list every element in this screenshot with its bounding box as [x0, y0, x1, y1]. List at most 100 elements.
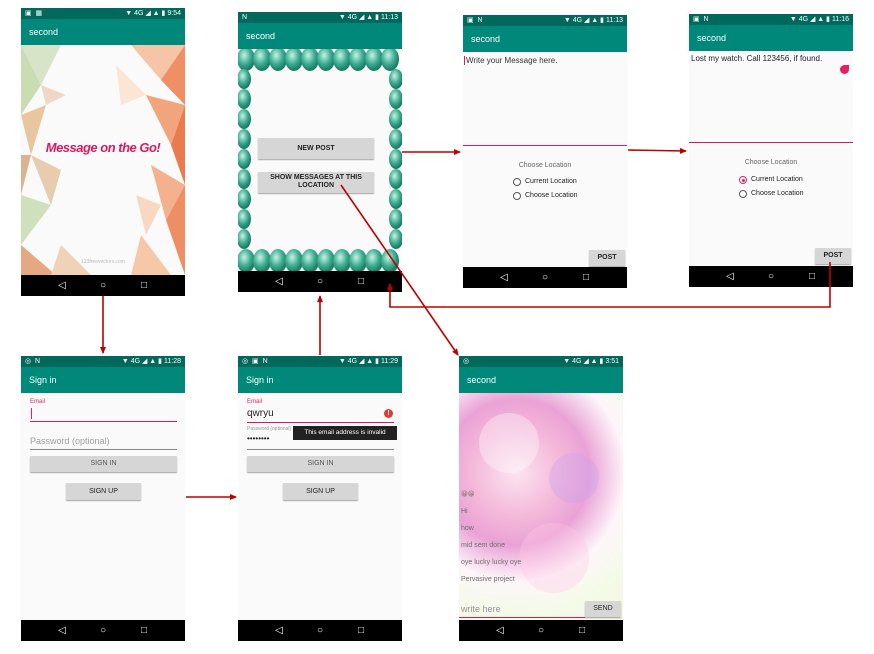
signin-error-screen: ◎ ▣ N ▼ 4G ◢ ▲ ▮ 11:29 Sign in Email qwr… [238, 356, 402, 641]
app-title: second [463, 26, 627, 52]
email-underline [30, 421, 177, 422]
current-location-label[interactable]: Current Location [525, 178, 577, 185]
home-icon[interactable]: ○ [535, 267, 555, 288]
message-item: Pervasive project [461, 576, 515, 583]
notification-icons: ▣ N [693, 16, 710, 23]
choose-location-radio[interactable] [513, 192, 521, 200]
choose-location-heading: Choose Location [744, 159, 798, 166]
home-icon[interactable]: ○ [93, 275, 113, 296]
app-title: Sign in [238, 367, 402, 393]
current-location-radio[interactable] [739, 176, 747, 184]
app-title: second [459, 367, 623, 393]
compose-content: Lost my watch. Call 123456, if found. Ch… [689, 51, 853, 266]
bubble-frame: NEW POST SHOW MESSAGES AT THIS LOCATION [238, 49, 402, 271]
status-bar: N ▼ 4G ◢ ▲ ▮ 11:13 [238, 12, 402, 23]
sign-in-button[interactable]: SIGN IN [30, 456, 177, 472]
status-bar: ▣ N ▼ 4G ◢ ▲ ▮ 11:13 [463, 15, 627, 26]
choose-location-label[interactable]: Choose Location [525, 192, 578, 199]
status-right: ▼ 4G ◢ ▲ ▮ 9:54 [125, 8, 181, 19]
recents-icon[interactable]: □ [351, 620, 371, 641]
splash-watermark: 123freevectors.com [81, 259, 125, 265]
message-underline [463, 145, 627, 146]
recents-icon[interactable]: □ [576, 267, 596, 288]
password-field[interactable]: Password (optional) [30, 436, 110, 446]
notification-icons: ◎ [463, 358, 471, 365]
navigation-bar: ◁ ○ □ [459, 620, 623, 641]
sign-in-button[interactable]: SIGN IN [247, 456, 394, 472]
message-text: Lost my watch. Call 123456, if found. [691, 54, 823, 63]
status-icons: ▼ 4G ◢ ▲ ▮ [121, 358, 163, 365]
status-icons: ▼ 4G ◢ ▲ ▮ [563, 17, 605, 24]
status-icons: ▼ 4G ◢ ▲ ▮ [563, 358, 604, 365]
status-icons: ▼ 4G ◢ ▲ ▮ [338, 14, 380, 21]
back-icon[interactable]: ◁ [52, 275, 72, 296]
home-icon[interactable]: ○ [310, 271, 330, 292]
home-icon[interactable]: ○ [310, 620, 330, 641]
chat-content: 😀😀 Hi how mid sem done oye lucky lucky o… [459, 393, 623, 620]
choose-location-heading: Choose Location [518, 162, 572, 169]
post-button[interactable]: POST [815, 248, 851, 264]
choose-location-label[interactable]: Choose Location [751, 190, 804, 197]
text-cursor [31, 408, 32, 419]
back-icon[interactable]: ◁ [52, 620, 72, 641]
status-right: ▼ 4G ◢ ▲ ▮ 11:16 [790, 14, 849, 25]
new-post-button[interactable]: NEW POST [258, 138, 374, 159]
home-icon[interactable]: ○ [531, 620, 551, 641]
back-icon[interactable]: ◁ [490, 620, 510, 641]
cursor-handle[interactable] [840, 65, 849, 74]
status-right: ▼ 4G ◢ ▲ ▮ 3:51 [563, 356, 619, 367]
message-input[interactable]: Write your Message here. [463, 52, 627, 146]
error-icon: ! [384, 409, 393, 418]
sign-up-button[interactable]: SIGN UP [283, 483, 358, 500]
notification-icons: ◎ N [25, 358, 42, 365]
navigation-bar: ◁ ○ □ [238, 271, 402, 292]
back-icon[interactable]: ◁ [269, 271, 289, 292]
status-time: 11:16 [832, 16, 849, 23]
navigation-bar: ◁ ○ □ [21, 275, 185, 296]
email-field[interactable]: qwryu [247, 408, 274, 419]
email-field[interactable] [30, 407, 177, 421]
notification-icons: ▣ ▦ [25, 10, 44, 17]
status-time: 9:54 [167, 10, 181, 17]
navigation-bar: ◁ ○ □ [238, 620, 402, 641]
chat-input-underline [459, 617, 585, 618]
home-icon[interactable]: ○ [761, 266, 781, 287]
status-bar: ▣ ▦ ▼ 4G ◢ ▲ ▮ 9:54 [21, 8, 185, 19]
status-bar: ▣ N ▼ 4G ◢ ▲ ▮ 11:16 [689, 14, 853, 25]
post-button[interactable]: POST [589, 250, 625, 266]
password-field[interactable]: •••••••• [247, 434, 269, 443]
message-item: how [461, 525, 474, 532]
choose-location-radio[interactable] [739, 190, 747, 198]
status-icons: ▼ 4G ◢ ▲ ▮ [125, 10, 166, 17]
message-placeholder: Write your Message here. [466, 56, 558, 65]
recents-icon[interactable]: □ [134, 275, 154, 296]
navigation-bar: ◁ ○ □ [463, 267, 627, 288]
back-icon[interactable]: ◁ [269, 620, 289, 641]
email-label: Email [30, 399, 46, 405]
bokeh-1 [479, 413, 539, 473]
current-location-radio[interactable] [513, 178, 521, 186]
recents-icon[interactable]: □ [572, 620, 592, 641]
status-right: ▼ 4G ◢ ▲ ▮ 11:29 [339, 356, 398, 367]
current-location-label[interactable]: Current Location [751, 176, 803, 183]
status-right: ▼ 4G ◢ ▲ ▮ 11:28 [122, 356, 181, 367]
status-bar: ◎ ▼ 4G ◢ ▲ ▮ 3:51 [459, 356, 623, 367]
status-time: 11:28 [164, 358, 181, 365]
chat-screen: ◎ ▼ 4G ◢ ▲ ▮ 3:51 second 😀😀 Hi how mid s… [459, 356, 623, 641]
back-icon[interactable]: ◁ [494, 267, 514, 288]
show-messages-label-line1: SHOW MESSAGES AT THIS [270, 174, 362, 181]
message-input[interactable]: Lost my watch. Call 123456, if found. [689, 51, 853, 143]
chat-input[interactable]: write here [461, 604, 501, 614]
send-button[interactable]: SEND [585, 601, 621, 617]
status-time: 11:13 [606, 17, 623, 24]
recents-icon[interactable]: □ [802, 266, 822, 287]
polygon-art [21, 45, 185, 275]
back-icon[interactable]: ◁ [720, 266, 740, 287]
show-messages-button[interactable]: SHOW MESSAGES AT THIS LOCATION [258, 172, 374, 193]
message-item: mid sem done [461, 542, 505, 549]
sign-up-button[interactable]: SIGN UP [66, 483, 141, 500]
message-item: 😀😀 [461, 491, 475, 498]
home-icon[interactable]: ○ [93, 620, 113, 641]
recents-icon[interactable]: □ [351, 271, 371, 292]
recents-icon[interactable]: □ [134, 620, 154, 641]
